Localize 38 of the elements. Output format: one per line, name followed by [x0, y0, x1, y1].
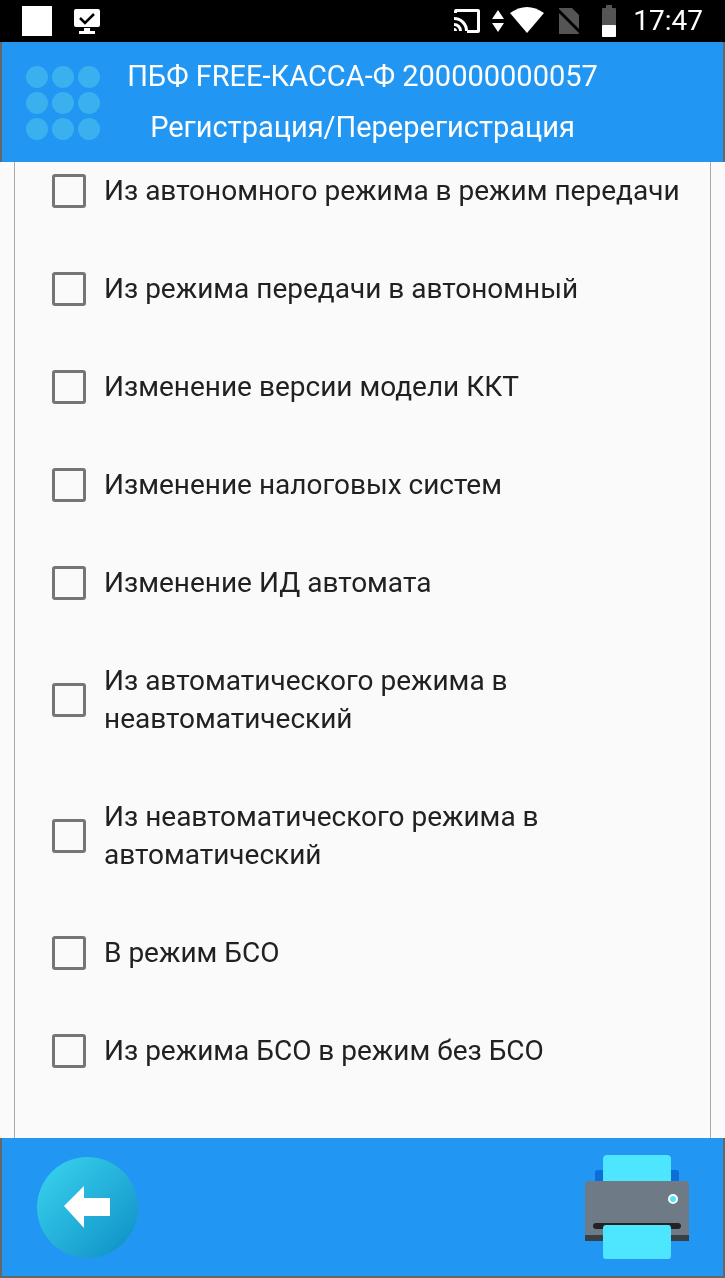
- dots-grid-icon: [26, 66, 100, 140]
- option-label: Изменение ИД автомата: [104, 565, 432, 601]
- checkbox[interactable]: [52, 370, 86, 404]
- screen-title: Регистрация/Перерегистрация: [150, 113, 575, 142]
- wifi-icon: [509, 7, 546, 35]
- printer-icon[interactable]: [585, 1155, 689, 1259]
- device-title: ПБФ FREE-КАССА-Ф 200000000057: [127, 62, 598, 91]
- clock-time: 17:47: [633, 7, 703, 35]
- option-label: Из неавтоматического режима в автоматический: [104, 799, 540, 873]
- monitor-check-icon: [72, 6, 102, 36]
- option-label: Из режима передачи в автономный: [104, 271, 579, 307]
- option-row[interactable]: В режим БСО: [15, 904, 710, 1002]
- option-row[interactable]: Из неавтоматического режима в автоматический: [15, 768, 710, 904]
- option-row[interactable]: Изменение ИД автомата: [15, 534, 710, 632]
- checkbox[interactable]: [52, 272, 86, 306]
- option-label: Из режима БСО в режим без БСО: [104, 1033, 544, 1069]
- option-label: Из автономного режима в режим передачи: [104, 173, 680, 209]
- checkbox[interactable]: [52, 683, 86, 717]
- option-row[interactable]: Из автоматического режима в неавтоматический: [15, 632, 710, 768]
- left-arrow-icon: [63, 1186, 112, 1228]
- no-sim-icon: [557, 6, 582, 36]
- checkbox[interactable]: [52, 468, 86, 502]
- checkbox[interactable]: [52, 566, 86, 600]
- checkbox[interactable]: [52, 819, 86, 853]
- option-row[interactable]: Из автономного режима в режим передачи: [15, 162, 710, 240]
- checkbox[interactable]: [52, 174, 86, 208]
- option-label: Изменение налоговых систем: [104, 467, 502, 503]
- option-label: Изменение версии модели ККТ: [104, 369, 519, 405]
- option-row[interactable]: Из режима передачи в автономный: [15, 240, 710, 338]
- option-label: В режим БСО: [104, 935, 280, 971]
- option-row[interactable]: Из режима БСО в режим без БСО: [15, 1002, 710, 1100]
- notification-icon: [22, 6, 52, 36]
- battery-icon: [601, 5, 618, 37]
- option-label: Из автоматического режима в неавтоматический: [104, 663, 509, 737]
- option-row[interactable]: Изменение версии модели ККТ: [15, 338, 710, 436]
- checkbox[interactable]: [52, 1034, 86, 1068]
- option-row[interactable]: Изменение налоговых систем: [15, 436, 710, 534]
- checkbox[interactable]: [52, 936, 86, 970]
